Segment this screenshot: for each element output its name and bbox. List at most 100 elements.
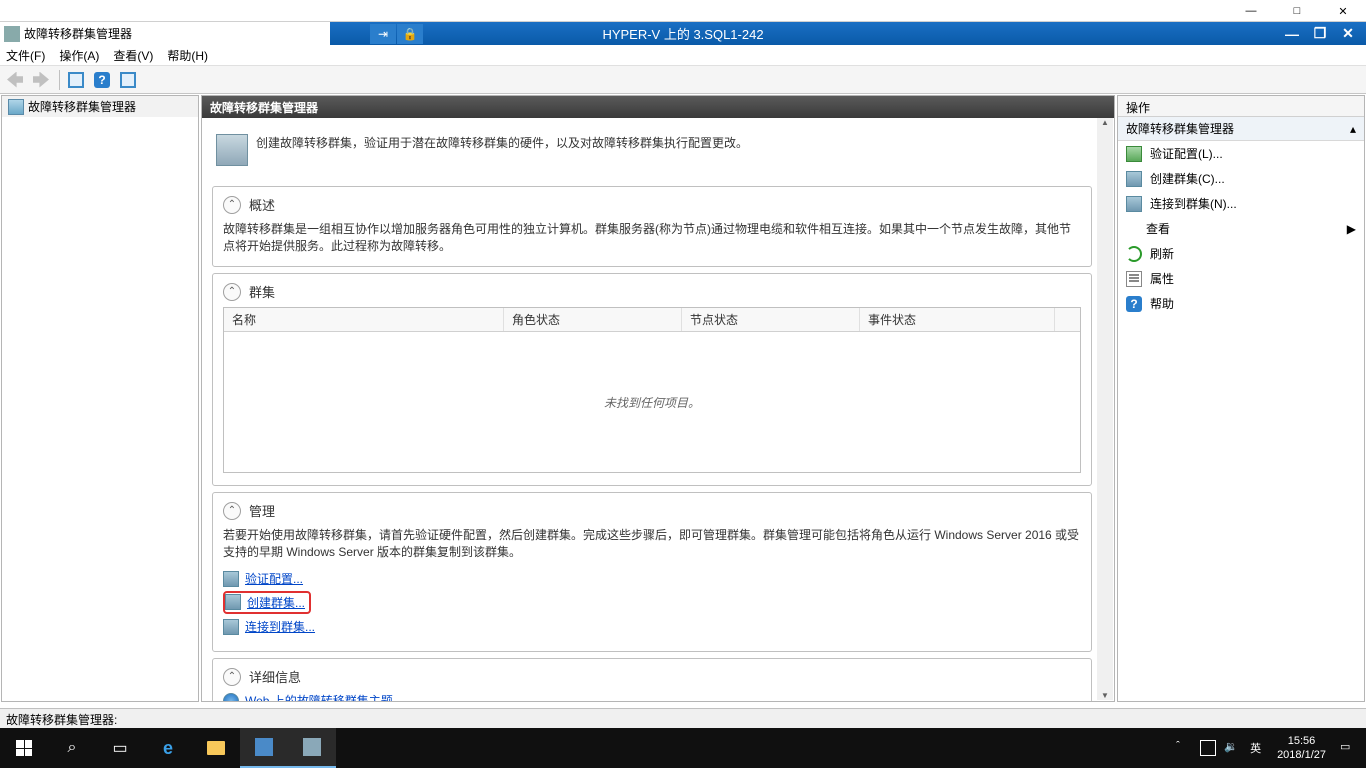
action-help[interactable]: ? 帮助 xyxy=(1118,291,1364,316)
action-create-label: 创建群集(C)... xyxy=(1150,170,1225,187)
overview-collapse-button[interactable]: ⌃ xyxy=(223,196,241,214)
clusters-table: 名称 角色状态 节点状态 事件状态 未找到任何项目。 xyxy=(223,307,1081,473)
menu-view[interactable]: 查看(V) xyxy=(113,47,153,64)
help-button[interactable]: ? xyxy=(90,69,114,91)
action-help-label: 帮助 xyxy=(1150,295,1174,312)
taskbar-clock[interactable]: 15:56 2018/1/27 xyxy=(1277,734,1326,763)
clusters-collapse-button[interactable]: ⌃ xyxy=(223,283,241,301)
outer-close-button[interactable]: ✕ xyxy=(1320,0,1366,22)
app-icon xyxy=(4,26,20,42)
clock-time: 15:56 xyxy=(1277,734,1326,748)
taskbar-explorer[interactable] xyxy=(192,728,240,768)
actions-pane-title: 操作 xyxy=(1118,96,1364,117)
outer-maximize-button[interactable]: □ xyxy=(1274,0,1320,22)
forward-icon xyxy=(33,72,49,88)
console-tree-icon xyxy=(68,72,84,88)
manage-collapse-button[interactable]: ⌃ xyxy=(223,502,241,520)
col-event-status[interactable]: 事件状态 xyxy=(860,308,1055,331)
menubar: 文件(F) 操作(A) 查看(V) 帮助(H) xyxy=(0,45,1366,66)
task-view-button[interactable]: ▭ xyxy=(96,728,144,768)
tree-pane: 故障转移群集管理器 xyxy=(1,95,199,702)
action-view[interactable]: 查看 ▶ xyxy=(1118,216,1364,241)
connect-cluster-link-row: 连接到群集... xyxy=(223,618,1081,635)
col-node-status[interactable]: 节点状态 xyxy=(682,308,860,331)
task-view-icon: ▭ xyxy=(112,738,127,758)
network-icon[interactable] xyxy=(1200,740,1216,756)
search-icon: ⌕ xyxy=(68,739,77,757)
center-scrollbar[interactable] xyxy=(1097,118,1113,700)
intro-text: 创建故障转移群集，验证用于潜在故障转移群集的硬件，以及对故障转移群集执行配置更改… xyxy=(256,134,748,166)
inner-restore-button[interactable]: ❐ xyxy=(1306,24,1334,44)
taskbar: ⌕ ▭ e ˆ 🔉 英 15:56 2018/1/27 ▭ xyxy=(0,728,1366,768)
col-role-status[interactable]: 角色状态 xyxy=(504,308,682,331)
help-icon: ? xyxy=(94,72,110,88)
app-title: 故障转移群集管理器 xyxy=(24,25,132,42)
nav-back-button[interactable] xyxy=(3,69,27,91)
action-properties[interactable]: 属性 xyxy=(1118,266,1364,291)
globe-icon xyxy=(223,693,239,703)
tree-root-label: 故障转移群集管理器 xyxy=(28,98,136,115)
menu-help[interactable]: 帮助(H) xyxy=(167,47,208,64)
volume-icon[interactable]: 🔉 xyxy=(1224,740,1240,756)
inner-close-button[interactable]: ✕ xyxy=(1334,24,1362,44)
taskbar-server-manager[interactable] xyxy=(240,728,288,768)
inner-minimize-button[interactable]: — xyxy=(1278,24,1306,44)
windows-logo-icon xyxy=(16,740,32,756)
taskbar-cluster-manager[interactable] xyxy=(288,728,336,768)
details-section: ⌃ 详细信息 Web 上的故障转移群集主题 Web 上的故障转移群集社区 xyxy=(212,658,1092,702)
clusters-table-empty: 未找到任何项目。 xyxy=(224,332,1080,472)
action-validate[interactable]: 验证配置(L)... xyxy=(1118,141,1364,166)
validate-icon xyxy=(223,571,239,587)
refresh-icon xyxy=(1126,246,1142,262)
ime-indicator[interactable]: 英 xyxy=(1250,740,1261,756)
back-icon xyxy=(7,72,23,88)
status-bar: 故障转移群集管理器: xyxy=(0,708,1366,728)
connect-cluster-link[interactable]: 连接到群集... xyxy=(245,618,315,635)
properties-toolbar-button[interactable] xyxy=(116,69,140,91)
col-name[interactable]: 名称 xyxy=(224,308,504,331)
collapse-arrow-icon: ▴ xyxy=(1350,122,1356,136)
action-refresh[interactable]: 刷新 xyxy=(1118,241,1364,266)
create-cluster-icon xyxy=(1126,171,1142,187)
center-pane: 故障转移群集管理器 创建故障转移群集，验证用于潜在故障转移群集的硬件，以及对故障… xyxy=(201,95,1115,702)
start-button[interactable] xyxy=(0,728,48,768)
actions-section-header[interactable]: 故障转移群集管理器 ▴ xyxy=(1118,117,1364,141)
properties-icon xyxy=(120,72,136,88)
clusters-table-header: 名称 角色状态 节点状态 事件状态 xyxy=(224,308,1080,332)
nav-forward-button[interactable] xyxy=(29,69,53,91)
folder-icon xyxy=(207,741,225,755)
system-tray: ˆ 🔉 英 15:56 2018/1/27 ▭ xyxy=(1172,734,1360,763)
submenu-arrow-icon: ▶ xyxy=(1347,222,1356,236)
menu-action[interactable]: 操作(A) xyxy=(59,47,99,64)
tray-up-icon[interactable]: ˆ xyxy=(1176,740,1192,756)
validate-icon xyxy=(1126,146,1142,162)
taskbar-search[interactable]: ⌕ xyxy=(48,728,96,768)
action-create-cluster[interactable]: 创建群集(C)... xyxy=(1118,166,1364,191)
vm-connection-title: HYPER-V 上的 3.SQL1-242 xyxy=(602,24,763,43)
actions-section-label: 故障转移群集管理器 xyxy=(1126,120,1234,137)
center-header: 故障转移群集管理器 xyxy=(202,96,1114,118)
details-collapse-button[interactable]: ⌃ xyxy=(223,668,241,686)
action-connect-cluster[interactable]: 连接到群集(N)... xyxy=(1118,191,1364,216)
properties-icon xyxy=(1126,271,1142,287)
create-cluster-icon xyxy=(225,594,241,610)
lock-button[interactable]: 🔒 xyxy=(397,24,423,44)
clusters-title: 群集 xyxy=(249,282,275,301)
cluster-manager-icon xyxy=(303,738,321,756)
validate-config-link[interactable]: 验证配置... xyxy=(245,570,303,587)
outer-minimize-button[interactable]: — xyxy=(1228,0,1274,22)
actions-pane: 操作 故障转移群集管理器 ▴ 验证配置(L)... 创建群集(C)... 连接到… xyxy=(1117,95,1365,702)
action-center-icon[interactable]: ▭ xyxy=(1340,740,1356,756)
cluster-manager-icon xyxy=(8,99,24,115)
web-topic-link[interactable]: Web 上的故障转移群集主题 xyxy=(245,692,393,702)
menu-file[interactable]: 文件(F) xyxy=(6,47,45,64)
tree-root-item[interactable]: 故障转移群集管理器 xyxy=(2,96,198,117)
show-hide-console-button[interactable] xyxy=(64,69,88,91)
create-cluster-link[interactable]: 创建群集... xyxy=(247,594,305,611)
pin-button[interactable]: ⇥ xyxy=(370,24,396,44)
taskbar-ie[interactable]: e xyxy=(144,728,192,768)
connect-cluster-icon xyxy=(1126,196,1142,212)
manage-title: 管理 xyxy=(249,501,275,520)
cluster-intro-icon xyxy=(216,134,248,166)
action-view-label: 查看 xyxy=(1146,220,1170,237)
